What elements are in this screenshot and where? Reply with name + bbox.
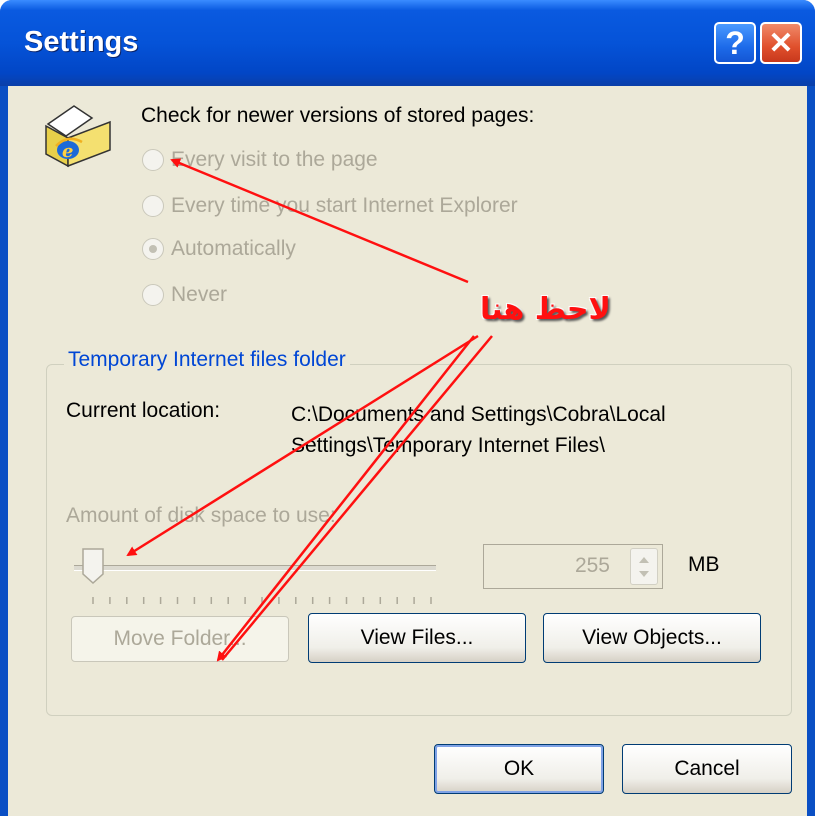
disk-space-spinbox[interactable]: 255 (483, 544, 663, 589)
radio-label: Never (171, 283, 228, 306)
title-bar[interactable]: Settings ? ✕ (0, 0, 815, 86)
view-files-button[interactable]: View Files... (308, 613, 526, 663)
svg-text:e: e (62, 141, 73, 162)
close-icon: ✕ (768, 26, 794, 60)
radio-label: Every visit to the page (171, 148, 378, 171)
disk-unit-label: MB (688, 553, 720, 576)
disk-space-label: Amount of disk space to use: (66, 504, 336, 527)
dialog-client-area: e Check for newer versions of stored pag… (8, 86, 807, 816)
current-location-label: Current location: (66, 399, 221, 422)
temp-files-group-title: Temporary Internet files folder (64, 348, 350, 372)
view-objects-button[interactable]: View Objects... (543, 613, 761, 663)
slider-ticks (92, 597, 432, 604)
radio-every-start[interactable]: Every time you start Internet Explorer (142, 191, 518, 221)
annotation-arabic-note: لاحظ هنا (480, 292, 611, 327)
move-folder-label: Move Folder... (113, 627, 247, 650)
cancel-label: Cancel (674, 757, 740, 780)
cancel-button[interactable]: Cancel (622, 744, 792, 794)
radio-automatically[interactable]: Automatically (142, 234, 296, 264)
help-button[interactable]: ? (714, 22, 756, 64)
spin-down-icon[interactable] (639, 571, 649, 577)
ok-label: OK (503, 757, 535, 780)
settings-dialog: Settings ? ✕ e Check for newer versions … (0, 0, 815, 816)
radio-circle-selected[interactable] (142, 238, 164, 260)
current-location-value: C:\Documents and Settings\Cobra\Local Se… (291, 403, 666, 457)
disk-space-value[interactable]: 255 (575, 554, 610, 578)
radio-circle[interactable] (142, 284, 164, 306)
ie-folder-icon: e (45, 105, 111, 168)
radio-label: Every time you start Internet Explorer (171, 194, 518, 217)
radio-label: Automatically (171, 237, 296, 260)
spin-buttons[interactable] (630, 548, 658, 585)
check-newer-versions-label: Check for newer versions of stored pages… (141, 104, 535, 127)
disk-space-slider-thumb[interactable] (82, 548, 104, 584)
radio-circle[interactable] (142, 149, 164, 171)
disk-space-slider-track[interactable] (74, 565, 436, 571)
move-folder-button[interactable]: Move Folder... (71, 616, 289, 662)
ok-button[interactable]: OK (434, 744, 604, 794)
radio-circle[interactable] (142, 195, 164, 217)
help-icon: ? (725, 24, 745, 61)
radio-every-visit[interactable]: Every visit to the page (142, 145, 378, 175)
view-objects-label: View Objects... (582, 626, 722, 649)
view-files-label: View Files... (360, 626, 474, 649)
radio-never[interactable]: Never (142, 280, 227, 310)
close-button[interactable]: ✕ (760, 22, 802, 64)
window-title: Settings (24, 26, 139, 58)
spin-up-icon[interactable] (639, 557, 649, 563)
